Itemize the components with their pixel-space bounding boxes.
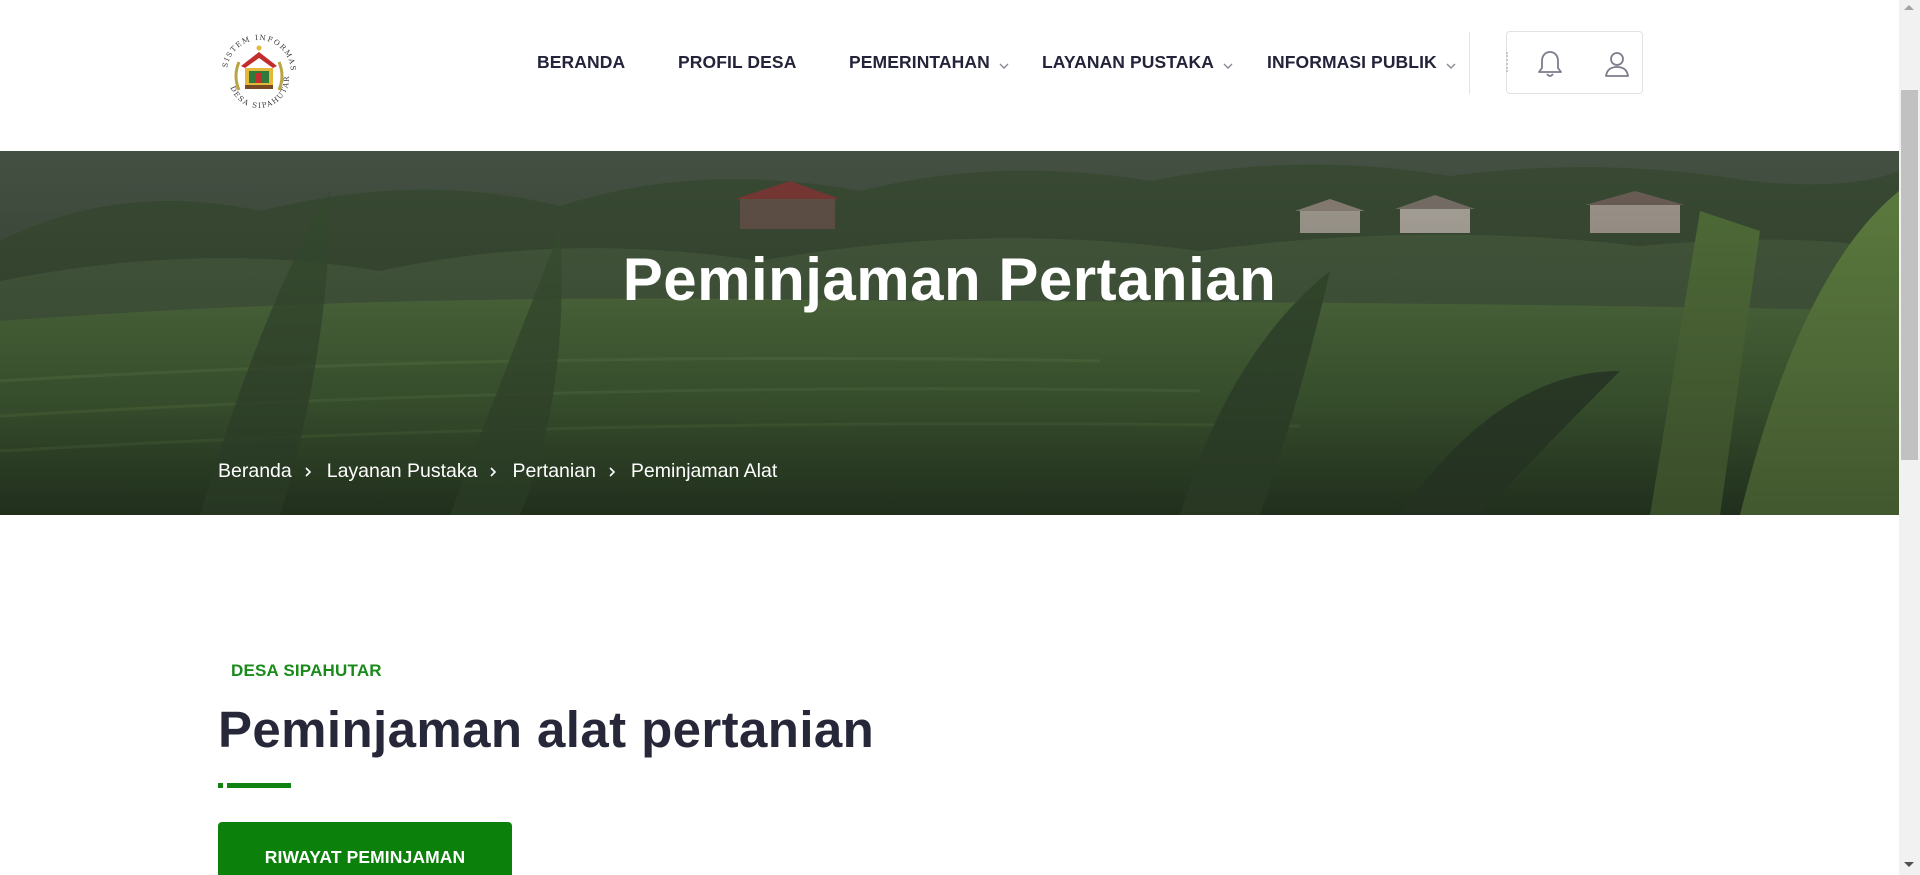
nav-layanan-pustaka-label: LAYANAN PUSTAKA: [1042, 51, 1214, 72]
scrollbar-thumb[interactable]: [1901, 90, 1918, 460]
chevron-right-icon: [606, 466, 618, 478]
nav-beranda-label: BERANDA: [537, 51, 626, 72]
bell-icon[interactable]: [1534, 48, 1566, 80]
chevron-down-icon: [998, 56, 1010, 69]
chevron-down-icon: [1222, 56, 1234, 69]
nav-profil-desa-label: PROFIL DESA: [678, 51, 797, 72]
chevron-right-icon: [487, 466, 499, 478]
title-underline-bar: [227, 783, 291, 788]
riwayat-peminjaman-button[interactable]: RIWAYAT PEMINJAMAN: [218, 822, 512, 875]
user-icon[interactable]: [1601, 48, 1633, 80]
site-header: SISTEM INFORMASI DESA SIPAHUTAR BERANDA …: [0, 0, 1899, 151]
scroll-down-arrow-icon[interactable]: [1904, 862, 1914, 867]
nav-divider: [1469, 32, 1470, 94]
hero-title: Peminjaman Pertanian: [622, 246, 1277, 313]
scroll-up-arrow-icon[interactable]: [1904, 5, 1914, 10]
section-title: Peminjaman alat pertanian: [218, 701, 875, 758]
breadcrumb-item-pertanian[interactable]: Pertanian: [512, 460, 595, 483]
nav-informasi-publik[interactable]: INFORMASI PUBLIK: [1267, 49, 1457, 75]
section-eyebrow: DESA SIPAHUTAR: [231, 661, 382, 680]
nav-pemerintahan[interactable]: PEMERINTAHAN: [849, 49, 1010, 75]
breadcrumb-item-beranda[interactable]: Beranda: [218, 460, 292, 483]
chevron-down-icon: [1445, 56, 1457, 69]
nav-layanan-pustaka[interactable]: LAYANAN PUSTAKA: [1042, 49, 1234, 75]
breadcrumb-item-current: Peminjaman Alat: [630, 460, 778, 482]
breadcrumb: Beranda Layanan Pustaka Pertanian Peminj…: [218, 460, 777, 483]
chevron-right-icon: [302, 466, 314, 478]
header-separator-mark: [1506, 52, 1508, 72]
nav-informasi-publik-label: INFORMASI PUBLIK: [1267, 51, 1437, 72]
nav-profil-desa[interactable]: PROFIL DESA: [678, 49, 796, 75]
village-crest-logo[interactable]: SISTEM INFORMASI DESA SIPAHUTAR: [213, 21, 303, 116]
breadcrumb-item-layanan-pustaka[interactable]: Layanan Pustaka: [327, 460, 478, 483]
nav-beranda[interactable]: BERANDA: [537, 49, 625, 75]
nav-pemerintahan-label: PEMERINTAHAN: [849, 51, 990, 72]
hero-banner: Peminjaman Pertanian Beranda Layanan Pus…: [0, 151, 1899, 515]
title-underline-dot: [218, 783, 223, 788]
header-actions: [1506, 31, 1643, 94]
